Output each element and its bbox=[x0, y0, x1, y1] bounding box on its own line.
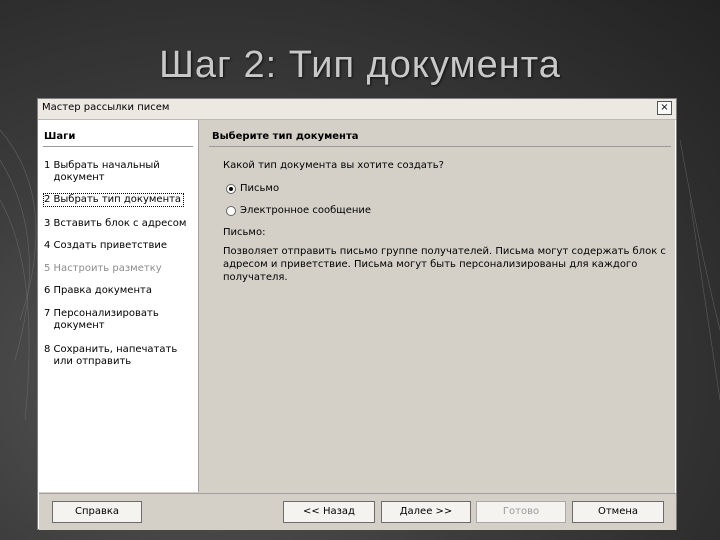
step-3[interactable]: 3 Вставить блок с адресом bbox=[44, 218, 186, 230]
document-type-question: Какой тип документа вы хотите создать? bbox=[223, 160, 444, 171]
description-text: Позволяет отправить письмо группе получа… bbox=[223, 246, 666, 283]
content-panel: Выберите тип документа Какой тип докумен… bbox=[199, 120, 675, 492]
content-header: Выберите тип документа bbox=[212, 131, 359, 142]
steps-panel: Шаги 1 Выбрать начальный документ 2 Выбр… bbox=[39, 120, 199, 492]
finish-button: Готово bbox=[476, 501, 566, 523]
radio-letter[interactable] bbox=[226, 183, 236, 194]
content-divider bbox=[209, 146, 671, 147]
step-4[interactable]: 4 Создать приветствие bbox=[44, 240, 167, 252]
option-letter-label: Письмо bbox=[240, 183, 280, 194]
description-title: Письмо: bbox=[223, 227, 266, 238]
step-7[interactable]: 7 Персонализировать документ bbox=[44, 308, 159, 332]
steps-header: Шаги bbox=[44, 131, 76, 142]
step-5: 5 Настроить разметку bbox=[44, 263, 162, 274]
step-8[interactable]: 8 Сохранить, напечатать или отправить bbox=[44, 344, 177, 368]
step-6[interactable]: 6 Правка документа bbox=[44, 285, 152, 297]
mail-merge-wizard-dialog: Мастер рассылки писем × Шаги 1 Выбрать н… bbox=[37, 98, 677, 530]
dialog-title: Мастер рассылки писем bbox=[42, 102, 170, 113]
slide-title: Шаг 2: Тип документа bbox=[159, 44, 561, 86]
close-icon: × bbox=[660, 102, 669, 113]
help-button[interactable]: Справка bbox=[52, 501, 142, 523]
option-email-label: Электронное сообщение bbox=[240, 205, 372, 216]
step-2[interactable]: 2 Выбрать тип документа bbox=[42, 193, 185, 207]
cancel-button[interactable]: Отмена bbox=[572, 501, 664, 523]
close-button[interactable]: × bbox=[657, 101, 672, 115]
option-email[interactable]: Электронное сообщение bbox=[226, 205, 371, 216]
radio-email[interactable] bbox=[226, 205, 236, 216]
steps-divider bbox=[43, 146, 193, 147]
option-letter[interactable]: Письмо bbox=[226, 183, 279, 194]
back-button[interactable]: << Назад bbox=[283, 501, 375, 523]
step-1[interactable]: 1 Выбрать начальный документ bbox=[44, 160, 160, 184]
next-button[interactable]: Далее >> bbox=[381, 501, 471, 523]
button-bar: Справка << Назад Далее >> Готово Отмена bbox=[39, 493, 676, 530]
dialog-titlebar[interactable]: Мастер рассылки писем × bbox=[38, 99, 676, 120]
